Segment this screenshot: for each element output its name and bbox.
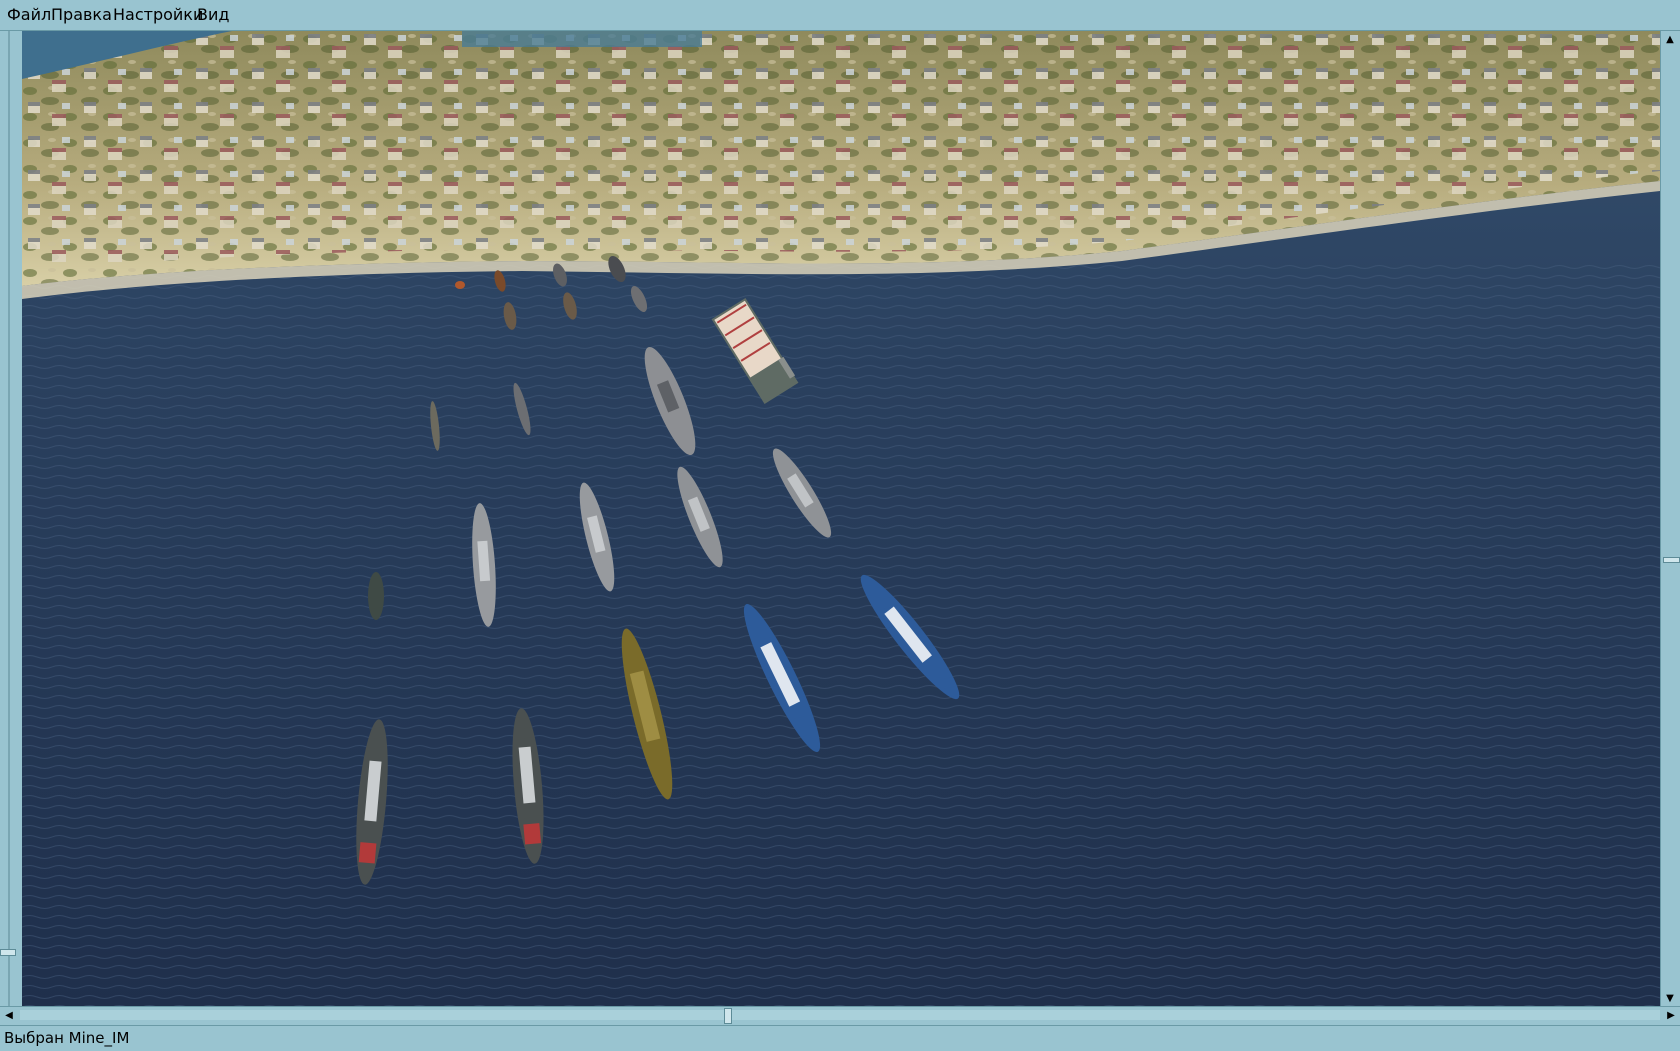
harbor-pier — [462, 31, 702, 47]
status-text: Выбран Mine_IM — [4, 1029, 130, 1047]
menu-file[interactable]: Файл — [6, 5, 52, 25]
sea-waves — [22, 261, 1660, 1006]
menu-settings[interactable]: Настройки — [112, 5, 204, 25]
arrow-left-icon[interactable]: ◀ — [0, 1007, 18, 1023]
left-splitter-handle[interactable] — [0, 949, 16, 956]
left-splitter[interactable] — [8, 31, 10, 1006]
menu-bar: Файл Правка Настройки Вид — [0, 0, 1680, 31]
arrow-up-icon[interactable]: ▲ — [1661, 31, 1679, 47]
menu-view[interactable]: Вид — [196, 5, 230, 25]
ship[interactable] — [368, 572, 384, 620]
scene-svg — [22, 31, 1660, 1006]
3d-map-viewport[interactable] — [22, 31, 1660, 1006]
arrow-right-icon[interactable]: ▶ — [1662, 1007, 1680, 1023]
menu-edit[interactable]: Правка — [50, 5, 113, 25]
horizontal-scrollbar[interactable]: ◀ ▶ — [0, 1006, 1680, 1024]
arrow-down-icon[interactable]: ▼ — [1661, 990, 1679, 1006]
horizontal-scroll-thumb[interactable] — [724, 1008, 732, 1024]
vertical-scroll-thumb[interactable] — [1663, 557, 1680, 563]
horizontal-scroll-track[interactable] — [20, 1010, 1660, 1020]
vertical-scrollbar[interactable]: ▲ ▼ — [1660, 31, 1680, 1006]
left-panel-edge — [0, 31, 22, 1006]
status-bar: Выбран Mine_IM — [0, 1025, 1680, 1051]
ship[interactable] — [455, 281, 465, 289]
